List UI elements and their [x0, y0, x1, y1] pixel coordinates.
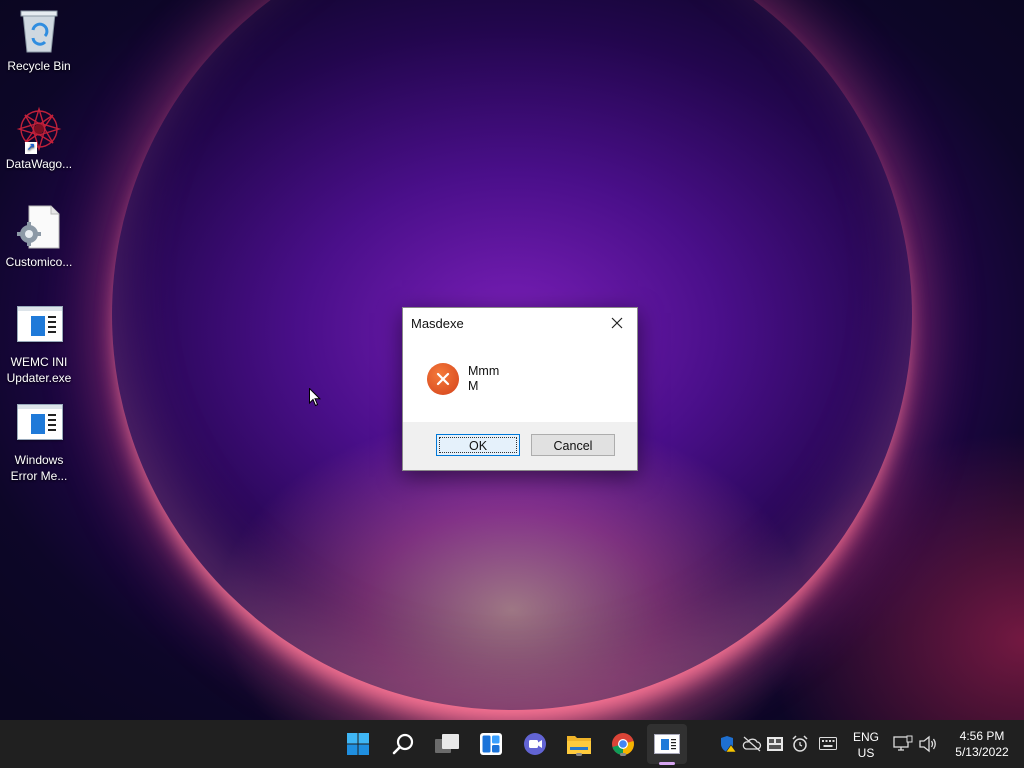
teams-chat-icon — [524, 733, 546, 755]
file-explorer-icon — [567, 736, 591, 754]
clock-date: 5/13/2022 — [955, 745, 1009, 759]
chrome-button[interactable] — [608, 729, 638, 759]
widgets-icon — [480, 733, 502, 755]
desktop-icon-datawagon[interactable]: ↗ DataWago... — [2, 106, 76, 172]
mouse-cursor-icon — [309, 387, 322, 411]
desktop-icon-label: Recycle Bin — [7, 59, 71, 73]
message-box-dialog: Masdexe Mmm M OK Cancel — [402, 307, 638, 471]
desktop-icon-wemc-ini-updater[interactable]: WEMC INI Updater.exe — [2, 304, 76, 386]
task-view-button[interactable] — [432, 729, 462, 759]
network-drive-icon[interactable] — [765, 734, 785, 754]
volume-icon[interactable] — [918, 734, 938, 754]
teams-chat-button[interactable] — [520, 729, 550, 759]
file-explorer-button[interactable] — [564, 729, 594, 759]
dialog-button-bar: OK Cancel — [403, 422, 637, 470]
dialog-title: Masdexe — [411, 316, 464, 331]
start-button[interactable] — [343, 729, 373, 759]
datawagon-icon: ↗ — [15, 106, 63, 154]
wallpaper-glow — [764, 430, 1024, 720]
running-indicator — [576, 753, 582, 756]
taskbar: ENG US 4:56 PM 5/13/2022 — [0, 720, 1024, 768]
application-exe-icon — [15, 402, 63, 448]
language-code: ENG — [852, 730, 879, 744]
clock-time: 4:56 PM — [959, 729, 1005, 743]
language-indicator[interactable]: ENG US — [848, 729, 884, 761]
widgets-button[interactable] — [476, 729, 506, 759]
dialog-message-line: Mmm — [468, 364, 500, 378]
shortcut-arrow-icon: ↗ — [25, 142, 37, 154]
application-exe-icon — [15, 304, 63, 350]
desktop-icon-recycle-bin[interactable]: Recycle Bin — [2, 8, 76, 74]
start-icon — [347, 733, 369, 755]
desktop-icon-label: DataWago... — [5, 157, 73, 171]
clock[interactable]: 4:56 PM 5/13/2022 — [944, 728, 1020, 760]
active-app-icon — [654, 734, 680, 754]
dialog-message: Mmm M — [468, 364, 499, 394]
close-icon — [611, 317, 623, 329]
search-icon — [392, 733, 414, 755]
running-indicator — [620, 753, 626, 756]
desktop-icon-windows-error-messages[interactable]: Windows Error Me... — [2, 402, 76, 484]
task-view-icon — [435, 734, 459, 753]
defender-warning-icon[interactable] — [718, 734, 738, 754]
search-button[interactable] — [388, 729, 418, 759]
desktop-icon-label: Windows Error Me... — [10, 453, 68, 483]
keyboard-layout: US — [857, 746, 875, 760]
desktop-icon-label: WEMC INI Updater.exe — [6, 355, 72, 385]
ok-button[interactable]: OK — [436, 434, 520, 456]
error-icon — [427, 363, 459, 395]
desktop-icon-customico[interactable]: Customico... — [2, 204, 76, 270]
close-button[interactable] — [601, 310, 633, 336]
active-indicator — [659, 762, 675, 765]
desktop-icon-label: Customico... — [5, 255, 73, 269]
settings-file-icon — [15, 204, 63, 250]
recycle-bin-icon — [15, 8, 63, 54]
cancel-button[interactable]: Cancel — [531, 434, 615, 456]
alarm-clock-icon[interactable] — [790, 734, 810, 754]
dialog-message-line: M — [468, 379, 479, 393]
active-app-button[interactable] — [647, 724, 687, 765]
network-icon[interactable] — [893, 734, 913, 754]
onedrive-offline-icon[interactable] — [742, 734, 762, 754]
touch-keyboard-icon[interactable] — [818, 734, 838, 754]
